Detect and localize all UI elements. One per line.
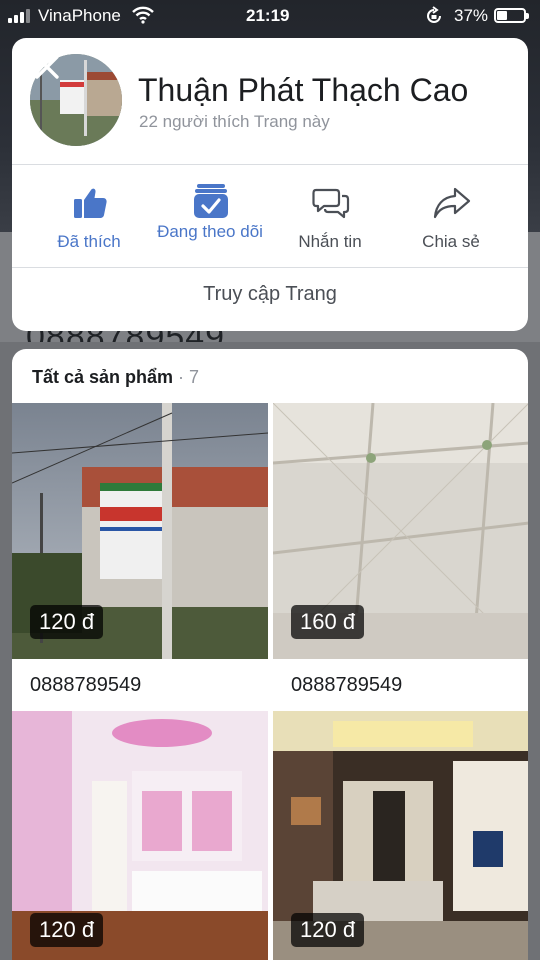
thumbs-up-icon	[74, 188, 107, 218]
product-tile[interactable]: 120 đ	[273, 711, 528, 960]
battery-icon	[494, 8, 529, 23]
carrier-name: VinaPhone	[38, 6, 121, 25]
product-caption: 0888789549	[291, 674, 403, 696]
product-tile[interactable]: 120 đ	[12, 403, 268, 659]
clock: 21:19	[246, 6, 290, 25]
page-name[interactable]: Thuận Phát Thạch Cao	[138, 72, 468, 109]
share-label: Chia sẻ	[422, 232, 480, 251]
message-icon	[312, 188, 350, 219]
message-label: Nhắn tin	[298, 232, 362, 251]
rotation-lock-icon	[424, 6, 444, 31]
wifi-icon	[132, 6, 154, 29]
product-price: 160 đ	[291, 605, 365, 639]
battery-percentage: 37%	[454, 6, 489, 25]
products-header: Tất cả sản phẩm · 7	[32, 367, 199, 388]
following-label: Đang theo dõi	[157, 222, 263, 241]
product-tile[interactable]: 160 đ	[273, 403, 528, 659]
close-icon	[35, 55, 59, 79]
share-icon	[433, 187, 471, 219]
products-title: Tất cả sản phẩm	[32, 367, 174, 387]
product-price: 120 đ	[30, 913, 104, 947]
product-tile[interactable]: 120 đ	[12, 711, 268, 960]
products-count: 7	[189, 367, 200, 387]
like-button[interactable]: Đã thích	[29, 180, 149, 270]
battery-fill	[497, 11, 507, 20]
products-card: Tất cả sản phẩm · 7 120 đ 0888789549 160…	[12, 349, 528, 960]
following-icon	[194, 184, 228, 218]
like-label: Đã thích	[57, 232, 121, 251]
signal-icon	[8, 9, 30, 23]
divider	[12, 164, 528, 165]
status-bar: VinaPhone 21:19 37%	[0, 0, 540, 32]
product-price: 120 đ	[291, 913, 365, 947]
share-button[interactable]: Chia sẻ	[391, 180, 511, 270]
following-button[interactable]: Đang theo dõi	[150, 180, 270, 270]
product-price: 120 đ	[30, 605, 104, 639]
visit-page-button[interactable]: Truy cập Trang	[12, 283, 528, 306]
message-button[interactable]: Nhắn tin	[270, 180, 390, 270]
close-button[interactable]	[32, 52, 62, 82]
page-likes-count: 22 người thích Trang này	[139, 112, 330, 131]
page-header-card: Thuận Phát Thạch Cao 22 người thích Tran…	[12, 38, 528, 331]
product-caption: 0888789549	[30, 674, 142, 696]
products-separator: ·	[173, 367, 190, 387]
divider	[12, 267, 528, 268]
